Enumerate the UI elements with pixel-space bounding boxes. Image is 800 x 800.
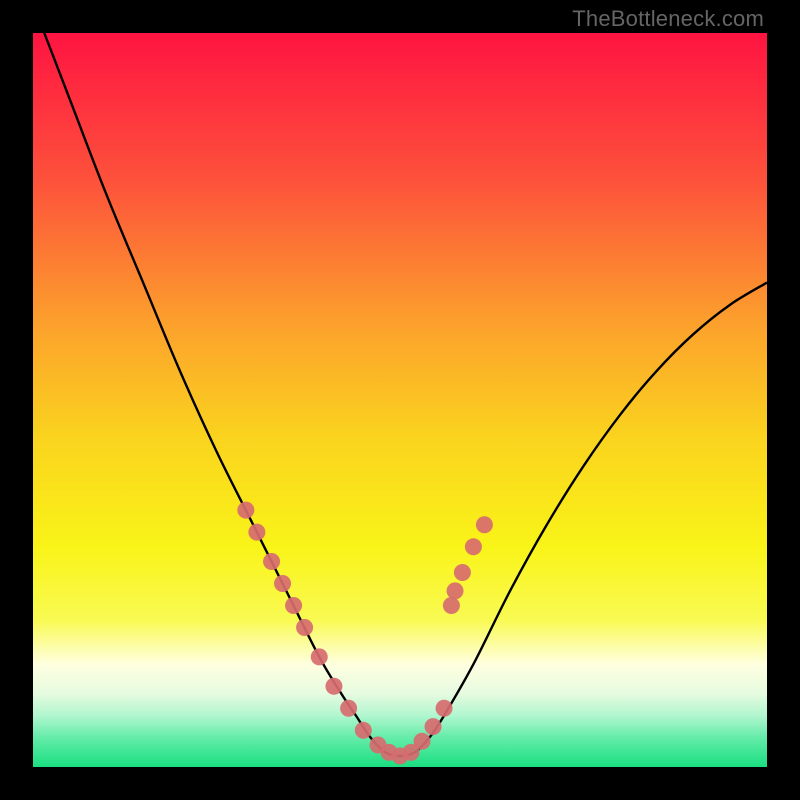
- marker-point: [248, 524, 265, 541]
- marker-point: [274, 575, 291, 592]
- bottleneck-curve: [33, 33, 767, 756]
- marker-point: [465, 538, 482, 555]
- marker-point: [436, 700, 453, 717]
- marker-point: [355, 722, 372, 739]
- marker-point: [237, 502, 254, 519]
- chart-frame: TheBottleneck.com: [0, 0, 800, 800]
- marker-point: [414, 733, 431, 750]
- marker-point: [311, 648, 328, 665]
- marker-point: [263, 553, 280, 570]
- marker-point: [454, 564, 471, 581]
- marker-point: [443, 597, 460, 614]
- marker-point: [296, 619, 313, 636]
- highlight-markers: [237, 502, 493, 765]
- marker-point: [325, 678, 342, 695]
- chart-svg: [33, 33, 767, 767]
- plot-area: [33, 33, 767, 767]
- marker-point: [285, 597, 302, 614]
- watermark-text: TheBottleneck.com: [572, 6, 764, 32]
- marker-point: [447, 582, 464, 599]
- marker-point: [340, 700, 357, 717]
- marker-point: [476, 516, 493, 533]
- marker-point: [425, 718, 442, 735]
